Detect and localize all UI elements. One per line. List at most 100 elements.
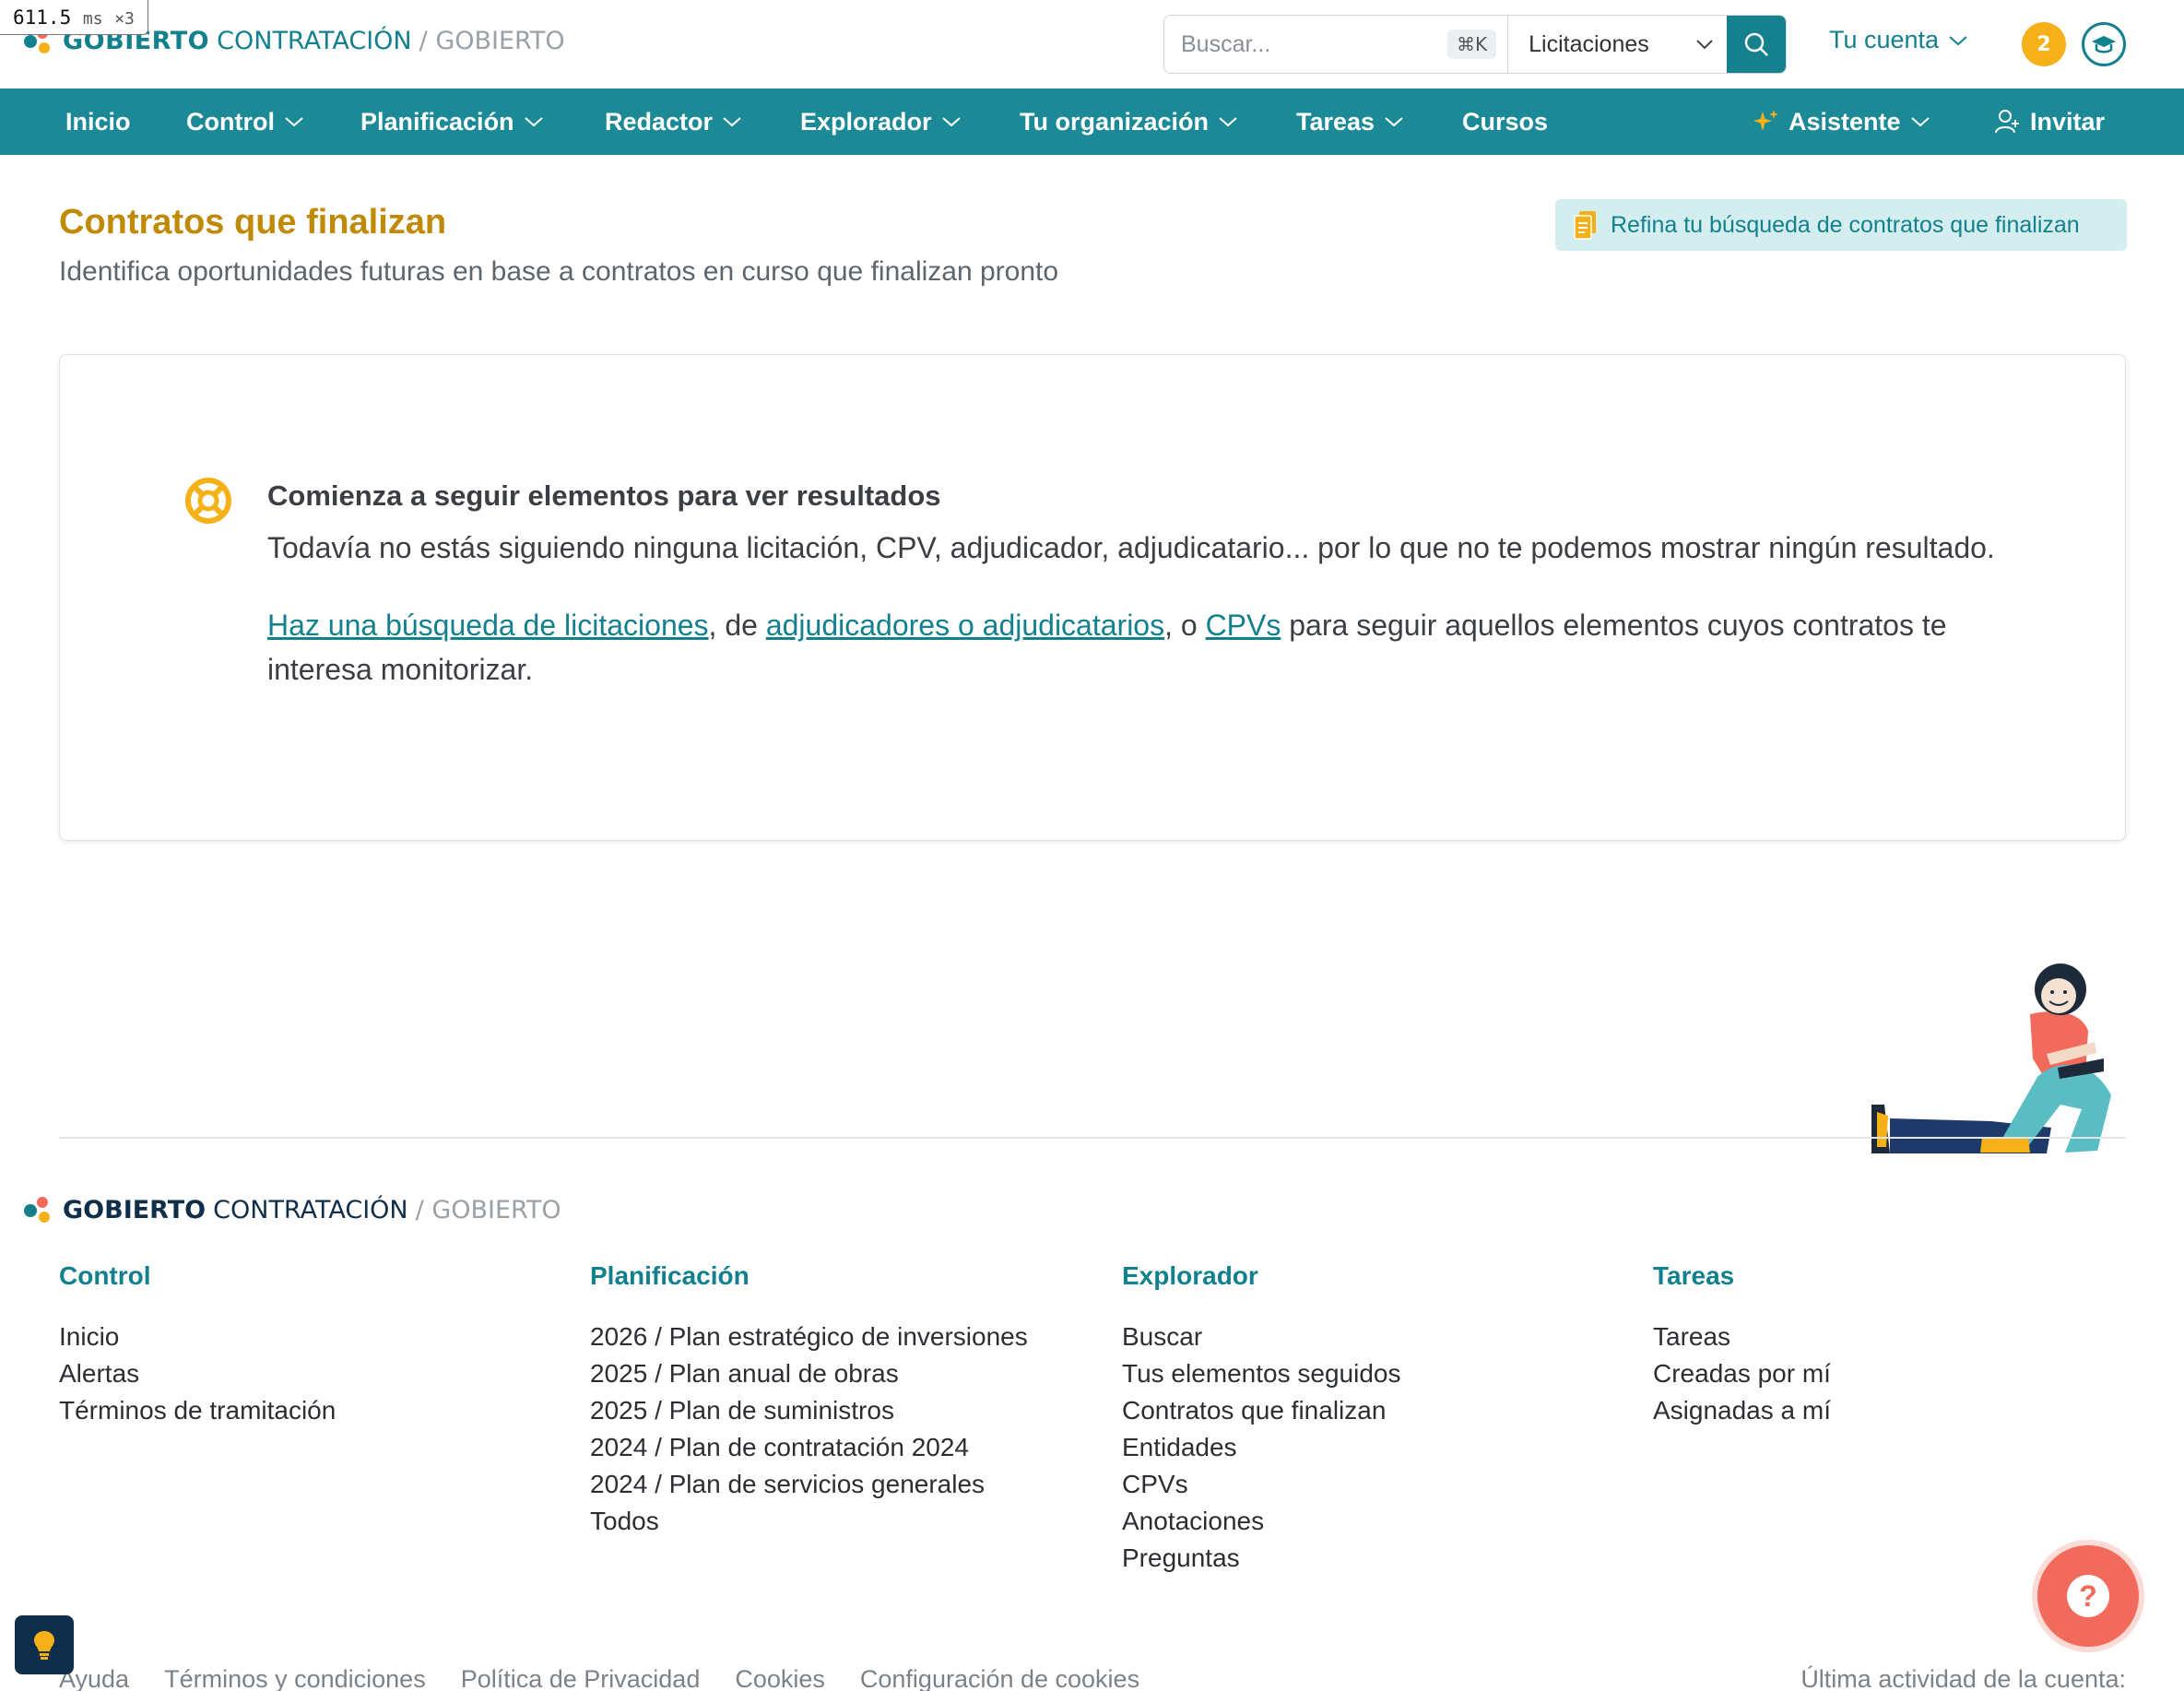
search-cpvs-link[interactable]: CPVs: [1206, 609, 1281, 642]
footer-link[interactable]: 2025 / Plan de suministros: [590, 1392, 1028, 1429]
brand-mark-icon: [20, 1193, 57, 1226]
links-separator: , o: [1164, 609, 1206, 642]
footer-link[interactable]: Preguntas: [1122, 1540, 1400, 1577]
nav-item-inicio[interactable]: Inicio: [65, 89, 131, 155]
refine-search-button[interactable]: Refina tu búsqueda de contratos que fina…: [1555, 199, 2127, 251]
chevron-down-icon: [723, 117, 741, 127]
chevron-down-icon: [1949, 35, 1967, 45]
search-icon: [1744, 32, 1768, 56]
search-tenders-link[interactable]: Haz una búsqueda de licitaciones: [267, 609, 709, 642]
main-nav: Inicio Control Planificación Redactor Ex…: [0, 89, 2184, 155]
account-label: Tu cuenta: [1829, 26, 1940, 53]
footer-link[interactable]: Entidades: [1122, 1429, 1400, 1466]
perf-mult: ×3: [114, 9, 135, 29]
footer-column-control: Control Inicio Alertas Términos de trami…: [59, 1261, 336, 1429]
lightbulb-icon: [34, 1631, 54, 1660]
nav-label: Control: [186, 107, 275, 136]
brand-org: / GOBIERTO: [415, 1195, 561, 1224]
perf-unit: ms: [82, 9, 103, 29]
footer-column-explorador: Explorador Buscar Tus elementos seguidos…: [1122, 1261, 1400, 1577]
lifebuoy-icon: [183, 476, 233, 529]
nav-label: Planificación: [360, 107, 514, 136]
search-button[interactable]: [1727, 16, 1786, 73]
refine-label: Refina tu búsqueda de contratos que fina…: [1611, 211, 2080, 238]
perf-badge: 611.5 ms ×3: [0, 0, 148, 35]
search-scope-select[interactable]: Licitaciones: [1507, 16, 1727, 73]
nav-item-cursos[interactable]: Cursos: [1462, 89, 1548, 155]
footer-link[interactable]: 2024 / Plan de contratación 2024: [590, 1429, 1028, 1466]
brand-org: / GOBIERTO: [419, 26, 565, 55]
search-shortcut: ⌘K: [1447, 30, 1497, 59]
nav-item-tu-organizacion[interactable]: Tu organización: [1020, 89, 1238, 155]
footer-link[interactable]: Anotaciones: [1122, 1503, 1400, 1540]
nav-label: Cursos: [1462, 107, 1549, 136]
footer-brand-logo[interactable]: GOBIERTO CONTRATACIÓN / GOBIERTO: [20, 1193, 561, 1226]
add-user-icon: [1995, 110, 2019, 134]
question-mark-icon: ?: [2067, 1575, 2109, 1617]
footer-link[interactable]: Términos de tramitación: [59, 1392, 336, 1429]
tips-button[interactable]: [15, 1615, 74, 1674]
legal-link-terminos[interactable]: Términos y condiciones: [164, 1665, 426, 1691]
legal-link-privacidad[interactable]: Política de Privacidad: [461, 1665, 701, 1691]
nav-label: Redactor: [605, 107, 714, 136]
search-scope-value: Licitaciones: [1529, 30, 1649, 57]
last-activity: Última actividad de la cuenta:: [1800, 1665, 2126, 1691]
chevron-down-icon: [1910, 117, 1930, 127]
brand-light: CONTRATACIÓN: [217, 26, 412, 55]
empty-state-card: [59, 354, 2126, 841]
search-bar: ⌘K Licitaciones: [1163, 15, 1787, 74]
nav-label: Asistente: [1789, 107, 1901, 136]
legal-link-cookies[interactable]: Cookies: [735, 1665, 825, 1691]
invite-button[interactable]: Invitar: [1993, 89, 2105, 155]
graduation-cap-icon[interactable]: [2082, 22, 2126, 66]
help-button[interactable]: ?: [2037, 1545, 2139, 1647]
chevron-down-icon: [1696, 40, 1713, 50]
nav-item-tareas[interactable]: Tareas: [1296, 89, 1404, 155]
chevron-down-icon: [1219, 117, 1237, 127]
chevron-down-icon: [941, 117, 961, 127]
perf-value: 611.5: [13, 6, 72, 29]
footer-link[interactable]: Asignadas a mí: [1653, 1392, 1831, 1429]
nav-label: Explorador: [800, 107, 932, 136]
footer-link[interactable]: 2025 / Plan anual de obras: [590, 1355, 1028, 1392]
footer-column-planificacion: Planificación 2026 / Plan estratégico de…: [590, 1261, 1028, 1540]
footer-column-title: Control: [59, 1261, 151, 1290]
brand-light: CONTRATACIÓN: [213, 1195, 408, 1224]
footer-link[interactable]: 2026 / Plan estratégico de inversiones: [590, 1319, 1028, 1355]
empty-state-text: Todavía no estás siguiendo ninguna licit…: [267, 531, 1995, 564]
sparkle-icon: [1753, 110, 1778, 131]
clipboard-icon: [1574, 211, 1596, 240]
footer-link[interactable]: 2024 / Plan de servicios generales: [590, 1466, 1028, 1503]
nav-item-planificacion[interactable]: Planificación: [360, 89, 544, 155]
nav-item-explorador[interactable]: Explorador: [800, 89, 962, 155]
brand-strong: GOBIERTO: [63, 1195, 207, 1224]
footer-column-title: Tareas: [1653, 1261, 1735, 1290]
footer-link[interactable]: Contratos que finalizan: [1122, 1392, 1400, 1429]
nav-item-asistente[interactable]: Asistente: [1752, 89, 1930, 155]
footer-link[interactable]: Tus elementos seguidos: [1122, 1355, 1400, 1392]
footer-link[interactable]: Alertas: [59, 1355, 336, 1392]
footer-column-tareas: Tareas Tareas Creadas por mí Asignadas a…: [1653, 1261, 1831, 1429]
nav-item-control[interactable]: Control: [186, 89, 304, 155]
empty-state-heading: Comienza a seguir elementos para ver res…: [267, 479, 941, 512]
links-separator: , de: [708, 609, 766, 642]
chevron-down-icon: [1385, 117, 1403, 127]
nav-label: Tu organización: [1020, 107, 1210, 136]
search-entities-link[interactable]: adjudicadores o adjudicatarios: [766, 609, 1164, 642]
footer-link[interactable]: CPVs: [1122, 1466, 1400, 1503]
nav-label: Tareas: [1296, 107, 1375, 136]
footer-link[interactable]: Tareas: [1653, 1319, 1831, 1355]
account-menu[interactable]: Tu cuenta: [1829, 26, 1968, 54]
page-title: Contratos que finalizan: [59, 203, 447, 242]
footer-link[interactable]: Todos: [590, 1503, 1028, 1540]
legal-link-config-cookies[interactable]: Configuración de cookies: [860, 1665, 1139, 1691]
footer-link[interactable]: Inicio: [59, 1319, 336, 1355]
nav-label: Invitar: [2030, 107, 2106, 136]
chevron-down-icon: [524, 117, 543, 127]
notifications-badge[interactable]: 2: [2022, 22, 2066, 66]
footer-column-title: Explorador: [1122, 1261, 1258, 1290]
footer-link[interactable]: Buscar: [1122, 1319, 1400, 1355]
nav-label: Inicio: [65, 107, 131, 136]
footer-link[interactable]: Creadas por mí: [1653, 1355, 1831, 1392]
nav-item-redactor[interactable]: Redactor: [605, 89, 742, 155]
